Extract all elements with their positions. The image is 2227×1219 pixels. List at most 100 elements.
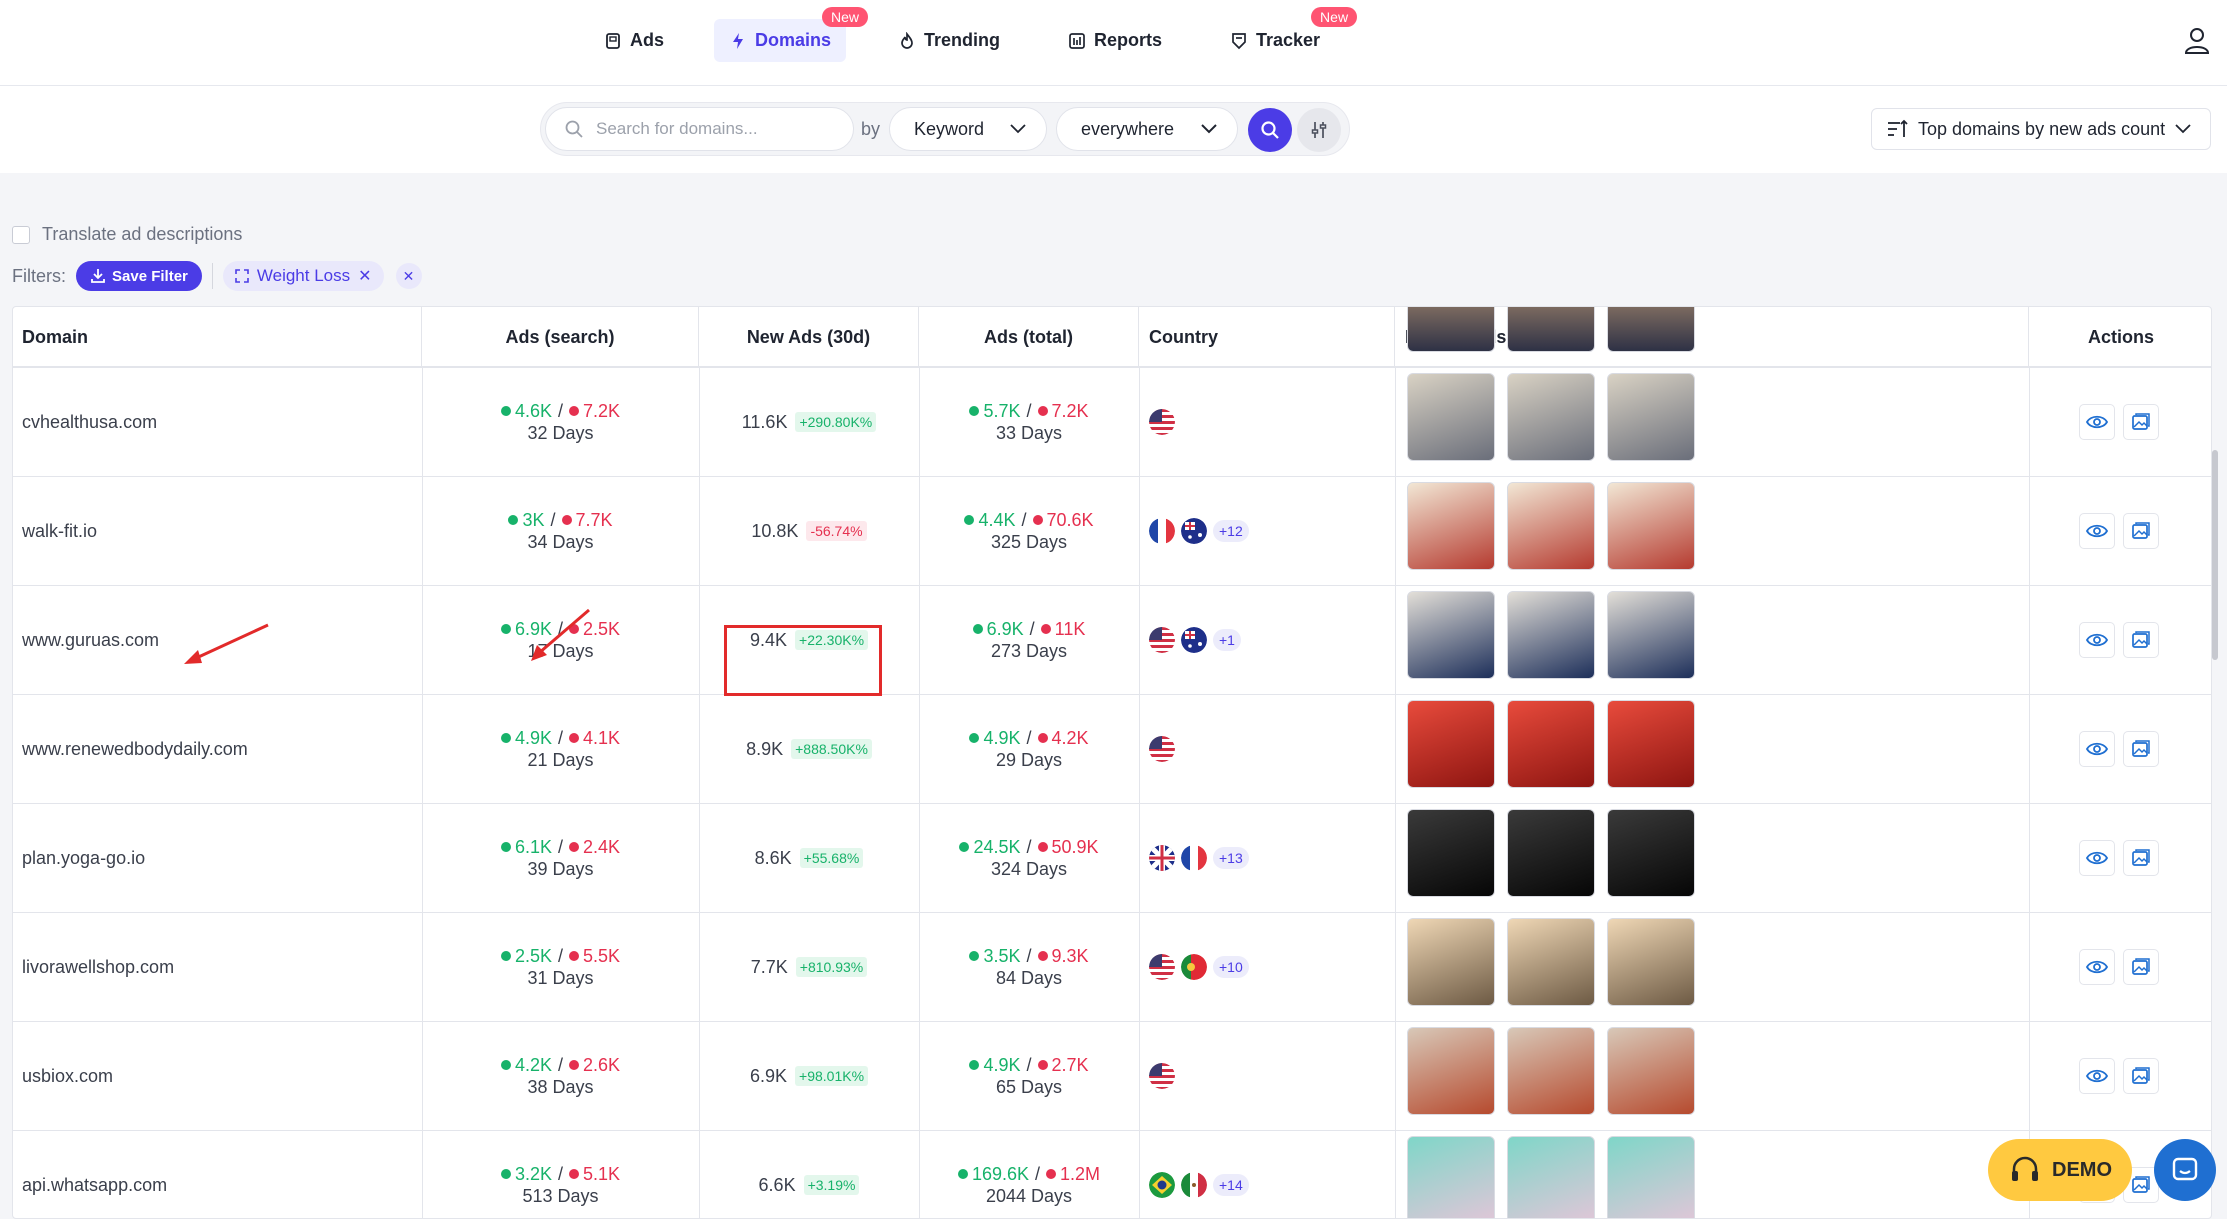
nav-reports[interactable]: Reports	[1053, 19, 1177, 62]
table-row[interactable]: api.whatsapp.com 3.2K/5.1K 513 Days 6.6K +3.…	[13, 1131, 2211, 1218]
domain-link[interactable]: usbiox.com	[22, 1066, 113, 1087]
active-dot	[500, 624, 511, 634]
active-count: 4.9K	[983, 1054, 1021, 1075]
domain-link[interactable]: www.renewedbodydaily.com	[22, 739, 248, 760]
view-button[interactable]	[2079, 840, 2115, 876]
ad-thumbnail[interactable]	[1607, 700, 1695, 788]
ad-thumbnail[interactable]	[1607, 918, 1695, 1006]
more-countries-badge[interactable]: +10	[1213, 956, 1249, 978]
days-label: 65 Days	[995, 1076, 1063, 1097]
search-input[interactable]: Search for domains...	[545, 107, 854, 151]
table-row[interactable]: plan.yoga-go.io 6.1K/2.4K 39 Days 8.6K +55.6…	[13, 804, 2211, 913]
nav-domains[interactable]: Domains New	[714, 7, 869, 62]
nav-ads[interactable]: Ads	[589, 19, 679, 62]
open-ads-button[interactable]	[2123, 622, 2159, 658]
view-button[interactable]	[2079, 731, 2115, 767]
ad-thumbnail[interactable]	[1507, 591, 1595, 679]
domain-link[interactable]: walk-fit.io	[22, 521, 97, 542]
view-button[interactable]	[2079, 1058, 2115, 1094]
ads-search-cell: 4.6K/ 7.2K 32 Days	[422, 368, 699, 476]
translate-checkbox[interactable]	[12, 225, 30, 244]
nav-tracker[interactable]: Tracker New	[1215, 7, 1358, 62]
table-row[interactable]: walk-fit.io 3K/7.7K 34 Days 10.8K -56.74% 4.4…	[13, 477, 2211, 586]
ad-thumbnail[interactable]	[1507, 373, 1595, 461]
demo-button[interactable]: DEMO	[1988, 1139, 2132, 1201]
ad-thumbnail[interactable]	[1507, 307, 1595, 352]
table-row[interactable]: cvhealthusa.com 4.6K/7.2K 32 Days 11.6K +290…	[13, 368, 2211, 477]
chat-button[interactable]	[2154, 1139, 2216, 1201]
ad-thumbnail[interactable]	[1407, 1027, 1495, 1115]
flag-au-icon	[1181, 627, 1207, 653]
translate-toggle[interactable]: Translate ad descriptions	[12, 224, 242, 245]
ad-thumbnail[interactable]	[1407, 482, 1495, 570]
open-ads-button[interactable]	[2123, 404, 2159, 440]
ad-thumbnail[interactable]	[1607, 1136, 1695, 1218]
search-button[interactable]	[1248, 108, 1292, 152]
open-ads-button[interactable]	[2123, 513, 2159, 549]
ad-thumbnail[interactable]	[1407, 700, 1495, 788]
domain-link[interactable]: api.whatsapp.com	[22, 1175, 167, 1196]
expand-icon	[235, 269, 249, 283]
view-button[interactable]	[2079, 622, 2115, 658]
more-countries-badge[interactable]: +1	[1213, 629, 1241, 651]
ad-thumbnail[interactable]	[1507, 1136, 1595, 1218]
save-filter-button[interactable]: Save Filter	[76, 261, 202, 291]
ad-thumbnail[interactable]	[1407, 809, 1495, 897]
nav-trending[interactable]: Trending	[883, 19, 1015, 62]
country-flags	[1149, 695, 1175, 803]
table-row[interactable]: www.renewedbodydaily.com 4.9K/4.1K 21 Days…	[13, 695, 2211, 804]
table-row[interactable]: www.guruas.com 6.9K/2.5K 17 Days 9.4K +22.30…	[13, 586, 2211, 695]
open-ads-button[interactable]	[2123, 731, 2159, 767]
field-select[interactable]: Keyword	[889, 107, 1047, 151]
ad-thumbnail[interactable]	[1407, 373, 1495, 461]
ad-thumbnail[interactable]	[1507, 809, 1595, 897]
domain-link[interactable]: livorawellshop.com	[22, 957, 174, 978]
ad-thumbnail[interactable]	[1607, 373, 1695, 461]
table-row[interactable]: livorawellshop.com 2.5K/5.5K 31 Days 7.7K +8…	[13, 913, 2211, 1022]
active-dot	[500, 842, 511, 852]
filter-chip-weight-loss[interactable]: Weight Loss ✕	[222, 261, 384, 291]
user-icon[interactable]	[2181, 24, 2213, 56]
flag-us-icon	[1149, 409, 1175, 435]
open-ads-button[interactable]	[2123, 840, 2159, 876]
ad-thumbnail[interactable]	[1507, 482, 1595, 570]
clear-filters-button[interactable]: ✕	[395, 263, 422, 289]
ad-thumbnail[interactable]	[1607, 591, 1695, 679]
sort-select[interactable]: Top domains by new ads count	[1871, 108, 2211, 150]
view-button[interactable]	[2079, 949, 2115, 985]
scope-select[interactable]: everywhere	[1056, 107, 1238, 151]
more-countries-badge[interactable]: +12	[1213, 520, 1249, 542]
more-countries-badge[interactable]: +14	[1213, 1174, 1249, 1196]
ad-thumbnail[interactable]	[1607, 482, 1695, 570]
view-button[interactable]	[2079, 404, 2115, 440]
table-row[interactable]: usbiox.com 4.2K/2.6K 38 Days 6.9K +98.01K% 4.…	[13, 1022, 2211, 1131]
view-button[interactable]	[2079, 513, 2115, 549]
open-ads-button[interactable]	[2123, 949, 2159, 985]
ad-thumbnail[interactable]	[1407, 918, 1495, 1006]
ad-thumbnail[interactable]	[1507, 1027, 1595, 1115]
ad-thumbnail[interactable]	[1607, 307, 1695, 352]
ad-thumbnail[interactable]	[1507, 918, 1595, 1006]
country-flags: +1	[1149, 586, 1241, 694]
close-icon: ✕	[402, 267, 415, 284]
ad-thumbnail[interactable]	[1407, 591, 1495, 679]
country-flags: +14	[1149, 1131, 1249, 1218]
nav-ads-label: Ads	[630, 30, 665, 50]
close-icon[interactable]: ✕	[358, 266, 371, 286]
advanced-filters-button[interactable]	[1297, 108, 1341, 152]
eye-icon	[2086, 1069, 2108, 1083]
open-ads-button[interactable]	[2123, 1058, 2159, 1094]
ad-thumbnail[interactable]	[1607, 1027, 1695, 1115]
ad-thumbnail[interactable]	[1507, 700, 1595, 788]
ad-thumbnail[interactable]	[1607, 809, 1695, 897]
domain-link[interactable]: plan.yoga-go.io	[22, 848, 145, 869]
vertical-scrollbar[interactable]	[2212, 450, 2218, 660]
domain-link[interactable]: cvhealthusa.com	[22, 412, 157, 433]
more-countries-badge[interactable]: +13	[1213, 847, 1249, 869]
ad-thumbnail[interactable]	[1407, 1136, 1495, 1218]
change-badge: +98.01K%	[795, 1066, 869, 1086]
ads-search-cell: 6.1K/ 2.4K 39 Days	[422, 804, 699, 912]
domain-link[interactable]: www.guruas.com	[22, 630, 159, 651]
ad-thumbnail[interactable]	[1407, 307, 1495, 352]
search-bar: Search for domains... by Keyword everywh…	[540, 102, 1350, 156]
